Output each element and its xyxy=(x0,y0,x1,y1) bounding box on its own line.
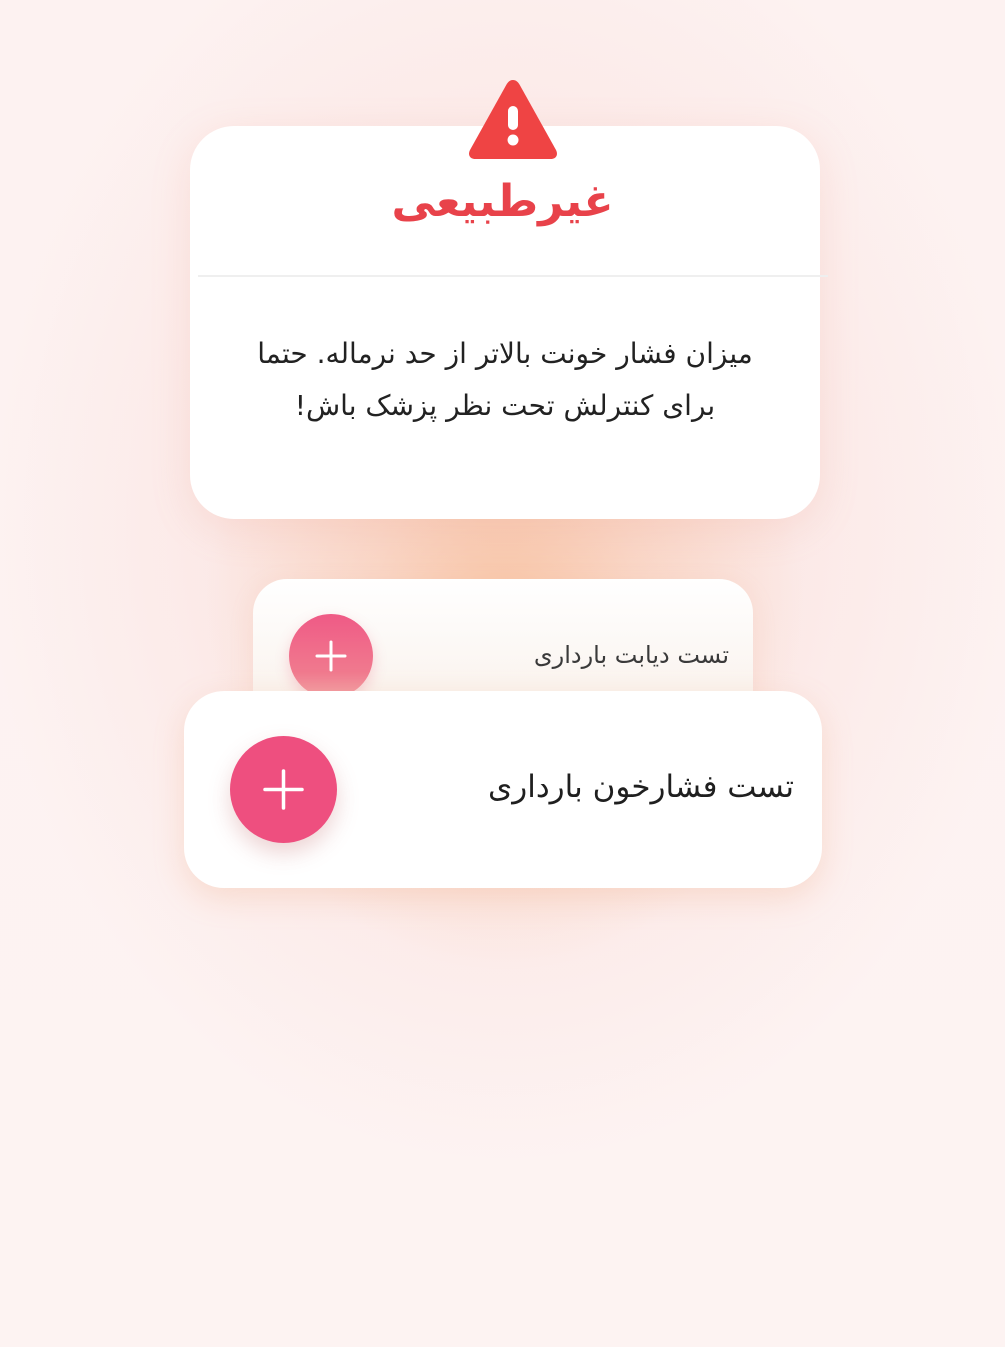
alert-message: میزان فشار خونت بالاتر از حد نرماله. حتم… xyxy=(257,337,753,422)
warning-triangle-icon xyxy=(466,76,560,162)
add-blood-pressure-test-button[interactable] xyxy=(230,736,337,843)
test-card-blood-pressure[interactable]: تست فشارخون بارداری xyxy=(184,691,822,888)
plus-icon xyxy=(315,640,347,672)
alert-title: غیرطبیعی xyxy=(391,176,614,227)
divider xyxy=(198,275,828,277)
plus-icon xyxy=(263,769,304,810)
test-card-label: تست دیابت بارداری xyxy=(533,641,729,669)
add-diabetes-test-button[interactable] xyxy=(289,614,373,698)
test-card-label: تست فشارخون بارداری xyxy=(488,769,794,805)
